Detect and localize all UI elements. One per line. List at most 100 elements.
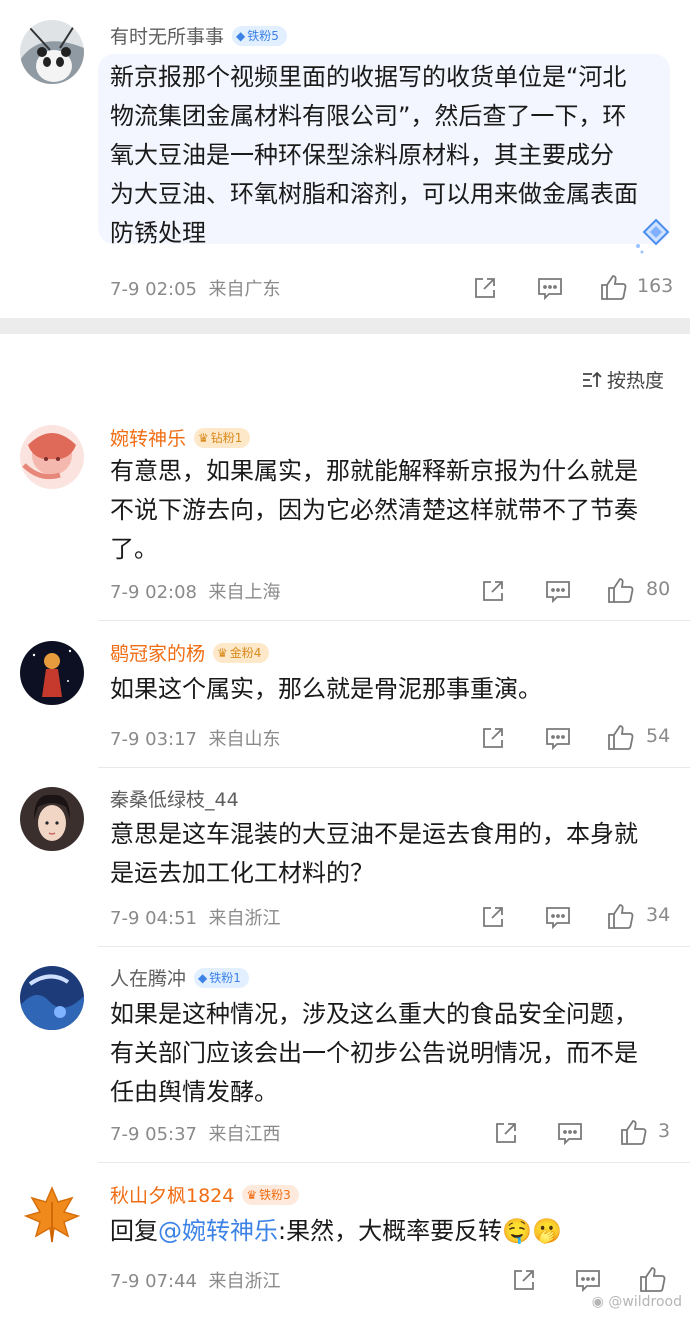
comment-line: 不说下游去向，因为它必然清楚这样就带不了节奏	[110, 496, 638, 524]
comment-time: 7-9 02:05	[110, 279, 197, 300]
share-icon[interactable]	[481, 905, 505, 929]
comment-line: 氧大豆油是一种环保型涂料原材料，其主要成分	[110, 141, 614, 169]
comment-time: 7-9 03:17	[110, 729, 197, 750]
comment-line: 了。	[110, 535, 158, 563]
comment-line: 任由舆情发酵。	[110, 1078, 278, 1106]
avatar[interactable]	[20, 425, 84, 489]
thumbs-up-icon[interactable]	[600, 273, 628, 301]
username-text[interactable]: 婉转神乐	[110, 428, 186, 450]
comment-icon[interactable]	[537, 276, 563, 300]
thumbs-up-icon[interactable]	[620, 1118, 648, 1146]
comment-text: 回复@婉转神乐:果然，大概率要反转🤤🫢	[110, 1212, 680, 1251]
fan-badge-label: 铁粉3	[259, 1187, 291, 1202]
username-text[interactable]: 有时无所事事	[110, 26, 224, 48]
watermark: ◉ @wildrood	[592, 1294, 682, 1310]
top-comment: 有时无所事事 ◆ 铁粉5 新京报那个视频里面的收据写的收货单位是“河北 物流集团金属…	[0, 0, 690, 318]
sort-icon	[582, 371, 602, 387]
share-icon[interactable]	[473, 276, 497, 300]
comment-line: 有意思，如果属实，那就能解释新京报为什么就是	[110, 457, 638, 485]
comment-meta: 7-9 02:08 来自上海	[110, 578, 280, 604]
fan-badge-label: 钻粉1	[210, 430, 243, 445]
comment-time: 7-9 07:44	[110, 1271, 197, 1292]
username[interactable]: 秦桑低绿枝_44	[110, 787, 239, 813]
reply-text: :果然，大概率要反转	[278, 1217, 503, 1245]
username[interactable]: 有时无所事事 ◆ 铁粉5	[110, 24, 287, 50]
sort-button[interactable]: 按热度	[581, 366, 664, 393]
weibo-logo-icon: ◉	[591, 1294, 604, 1310]
comment-line: 有关部门应该会出一个初步公告说明情况，而不是	[110, 1039, 638, 1067]
fan-badge[interactable]: ◆ 铁粉1	[194, 967, 249, 988]
fan-badge-label: 铁粉1	[209, 970, 241, 985]
comment-location: 来自浙江	[208, 908, 281, 929]
comment-icon[interactable]	[545, 905, 571, 929]
username-text[interactable]: 秦桑低绿枝_44	[110, 789, 239, 811]
thumbs-up-icon[interactable]	[639, 1265, 667, 1293]
comment-time: 7-9 05:37	[110, 1124, 197, 1145]
comment-location: 来自浙江	[208, 1271, 281, 1292]
sort-label: 按热度	[606, 370, 664, 392]
comment-line: 如果是这种情况，涉及这么重大的食品安全问题，	[110, 1000, 638, 1028]
comment-meta: 7-9 07:44 来自浙江	[110, 1267, 280, 1293]
avatar[interactable]	[20, 20, 84, 84]
username[interactable]: 人在腾冲 ◆ 铁粉1	[110, 966, 249, 992]
avatar[interactable]	[20, 966, 84, 1030]
mention-link[interactable]: @婉转神乐	[158, 1217, 278, 1245]
diamond-icon: ◆	[236, 28, 246, 43]
diamond-icon: ◆	[198, 970, 208, 985]
row-divider	[98, 1162, 690, 1163]
comment-time: 7-9 02:08	[110, 582, 197, 603]
comment-icon[interactable]	[575, 1268, 601, 1292]
crown-icon: ♛	[246, 1187, 258, 1202]
comment-location: 来自山东	[208, 729, 281, 750]
comment-text: 新京报那个视频里面的收据写的收货单位是“河北 物流集团金属材料有限公司”，然后查…	[110, 58, 670, 253]
fan-badge[interactable]: ♛ 钻粉1	[194, 427, 251, 448]
username[interactable]: 秋山夕枫1824 ♛ 铁粉3	[110, 1183, 299, 1209]
like-count: 34	[646, 904, 671, 926]
comment-icon[interactable]	[545, 726, 571, 750]
comment-meta: 7-9 03:17 来自山东	[110, 725, 280, 751]
comment-line: 防锈处理	[110, 219, 206, 247]
comment-icon[interactable]	[557, 1121, 583, 1145]
fan-badge[interactable]: ♛ 金粉4	[213, 642, 270, 663]
comment-meta: 7-9 05:37 来自江西	[110, 1120, 280, 1146]
like-count: 3	[658, 1120, 671, 1142]
thumbs-up-icon[interactable]	[607, 902, 635, 930]
avatar[interactable]	[20, 641, 84, 705]
comment-meta: 7-9 04:51 来自浙江	[110, 904, 280, 930]
share-icon[interactable]	[481, 726, 505, 750]
comment-line: 新京报那个视频里面的收据写的收货单位是“河北	[110, 63, 627, 91]
comment-meta: 7-9 02:05 来自广东	[110, 275, 280, 301]
comment-line: 是运去加工化工材料的？	[110, 859, 374, 887]
thumbs-up-icon[interactable]	[607, 576, 635, 604]
emoji: 🤤🫢	[502, 1217, 562, 1245]
like-count: 54	[646, 725, 671, 747]
avatar[interactable]	[20, 787, 84, 851]
comment-line: 如果这个属实，那么就是骨泥那事重演。	[110, 675, 542, 703]
share-icon[interactable]	[512, 1268, 536, 1292]
fan-badge-label: 铁粉5	[247, 28, 279, 43]
row-divider	[98, 620, 690, 621]
share-icon[interactable]	[481, 579, 505, 603]
like-count: 163	[637, 275, 674, 297]
comment-text: 意思是这车混装的大豆油不是运去食用的，本身就 是运去加工化工材料的？	[110, 815, 680, 893]
row-divider	[98, 946, 690, 947]
comment-line: 物流集团金属材料有限公司”，然后查了一下，环	[110, 102, 627, 130]
fan-badge[interactable]: ◆ 铁粉5	[232, 25, 287, 46]
reply-prefix: 回复	[110, 1217, 158, 1245]
fan-badge[interactable]: ♛ 铁粉3	[242, 1184, 299, 1205]
username-text[interactable]: 秋山夕枫1824	[110, 1185, 234, 1207]
username-text[interactable]: 鹖冠家的杨	[110, 643, 205, 665]
username[interactable]: 鹖冠家的杨 ♛ 金粉4	[110, 641, 270, 667]
username[interactable]: 婉转神乐 ♛ 钻粉1	[110, 426, 251, 452]
comment-location: 来自上海	[208, 582, 281, 603]
share-icon[interactable]	[494, 1121, 518, 1145]
comment-icon[interactable]	[545, 579, 571, 603]
avatar[interactable]	[20, 1182, 84, 1246]
crown-icon: ♛	[198, 430, 209, 445]
fan-badge-label: 金粉4	[229, 645, 262, 660]
comment-text: 如果是这种情况，涉及这么重大的食品安全问题， 有关部门应该会出一个初步公告说明情…	[110, 995, 680, 1112]
thumbs-up-icon[interactable]	[607, 723, 635, 751]
username-text[interactable]: 人在腾冲	[110, 968, 186, 990]
like-count: 80	[646, 578, 671, 600]
crown-icon: ♛	[217, 645, 228, 660]
